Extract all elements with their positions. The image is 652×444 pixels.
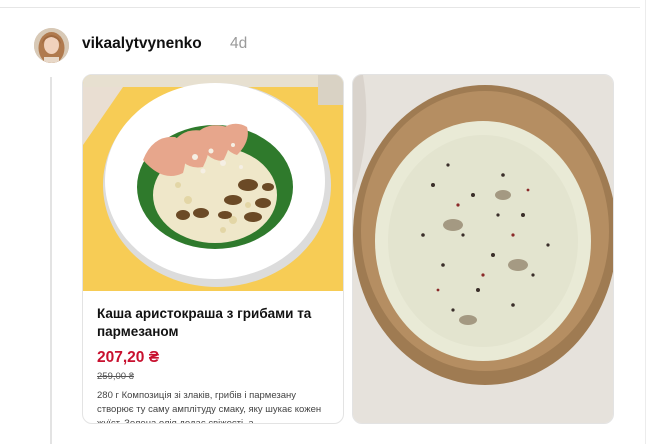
homemade-porridge-photo[interactable] bbox=[352, 74, 614, 424]
avatar[interactable] bbox=[34, 28, 69, 63]
porridge-bowl-image bbox=[353, 75, 613, 423]
post-timestamp: 4d bbox=[230, 35, 248, 52]
product-title: Каша аристокраша з грибами та пармезаном bbox=[97, 306, 312, 339]
product-info: Каша аристокраша з грибами та пармезаном… bbox=[97, 305, 333, 424]
avatar-photo bbox=[34, 28, 69, 63]
thread-line bbox=[50, 77, 52, 444]
food-bowl-photo bbox=[83, 75, 343, 291]
top-divider bbox=[0, 7, 640, 8]
product-price: 207,20 ₴ bbox=[97, 349, 160, 366]
scroll-edge bbox=[645, 0, 646, 444]
product-card-image[interactable]: Каша аристокраша з грибами та пармезаном… bbox=[82, 74, 344, 424]
product-description: 280 г Композиція зі злаків, грибів і пар… bbox=[97, 390, 322, 424]
username-link[interactable]: vikaalytvynenko bbox=[82, 35, 202, 53]
product-old-price: 259,00 ₴ bbox=[97, 371, 134, 382]
